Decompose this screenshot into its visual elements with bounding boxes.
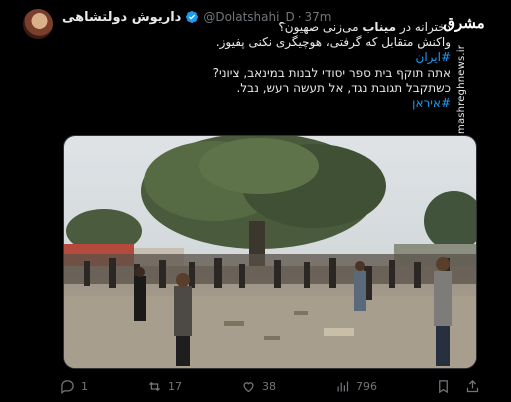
like-action[interactable]: 38 — [241, 379, 276, 394]
tweet-actions-secondary — [436, 379, 480, 394]
repost-count: 17 — [168, 379, 182, 393]
heart-icon — [243, 381, 254, 392]
like-count: 38 — [262, 379, 276, 393]
mashregh-watermark: مشرق mashreghnews.ir — [442, 14, 498, 134]
reply-icon — [61, 379, 74, 394]
views-action[interactable]: 796 — [335, 379, 377, 394]
repost-action[interactable]: 17 — [147, 379, 182, 394]
reply-count: 1 — [81, 379, 88, 393]
bookmark-icon[interactable] — [436, 379, 451, 394]
watermark-url: mashreghnews.ir — [456, 44, 467, 134]
hashtag-link[interactable]: #ایران — [51, 50, 452, 65]
body-line-5: כשתקבל תגובת נגד, אל תעשה רעש, נבל. — [236, 80, 452, 95]
views-chart-icon — [337, 381, 349, 391]
body-line-2: واکنش متقابل که گرفتی، هوچیگری نکنی پفیو… — [215, 35, 451, 50]
repost-icon — [149, 381, 160, 391]
photo-scene — [64, 136, 476, 368]
watermark-logo: مشرق — [443, 14, 485, 32]
tweet-photo[interactable] — [63, 135, 477, 369]
tweet: داریوش دولتشاهی @Dolatshahi_D · 37m دختر… — [0, 0, 511, 402]
tweet-body: دخترانه در میناب می‌زنی صهیون؟ واکنش متق… — [51, 20, 451, 111]
body-line-1: دخترانه در میناب می‌زنی صهیون؟ — [278, 20, 451, 34]
view-count: 796 — [356, 379, 377, 393]
bold-place-name: میناب — [362, 20, 397, 34]
reply-action[interactable]: 1 — [60, 379, 88, 394]
share-icon[interactable] — [465, 379, 480, 394]
hashtag-link[interactable]: #איראן — [51, 96, 451, 111]
tweet-actions: 1 17 38 796 — [60, 375, 480, 397]
body-line-4: אתה תוקף בית ספר יסודי לבנות במינאב, ציו… — [212, 65, 451, 80]
